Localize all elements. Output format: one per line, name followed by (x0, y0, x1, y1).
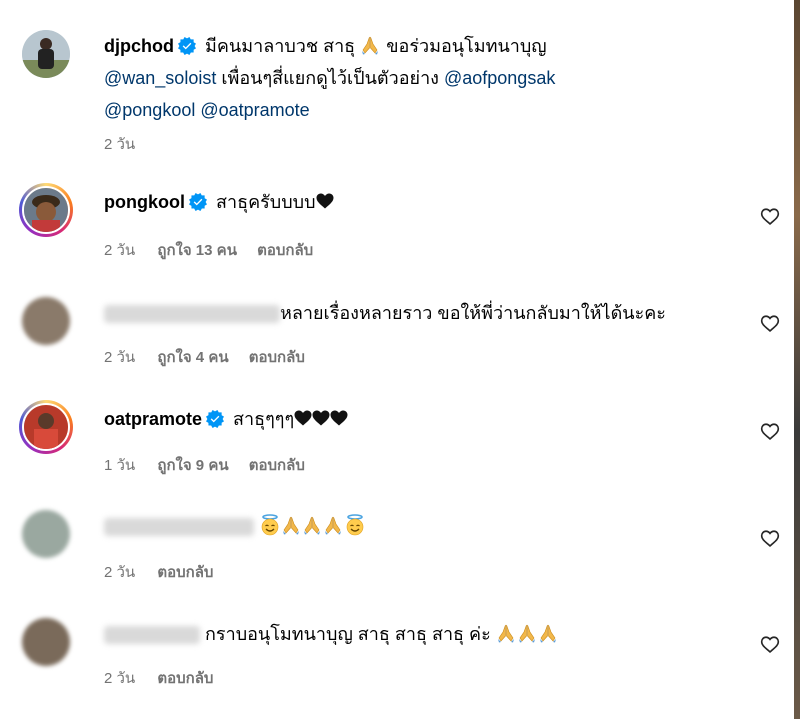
comment-username[interactable] (104, 518, 254, 537)
black-heart-emoji (330, 410, 348, 426)
mention-link[interactable]: @wan_soloist (104, 68, 216, 88)
verified-badge-icon (178, 37, 196, 55)
black-heart-emoji (312, 410, 330, 426)
post-text-2: เพื่อนๆสี่แยกดูไว้เป็นตัวอย่าง (221, 68, 439, 88)
comment-username[interactable] (104, 626, 200, 645)
reply-button[interactable]: ตอบกลับ (249, 349, 305, 366)
folded-hands-emoji (360, 35, 380, 55)
comment-item: pongkool สาธุครับบบบ 2 วัน ถูกใจ 13 คน ต… (19, 183, 780, 266)
folded-hands-emoji (538, 623, 558, 643)
like-count[interactable]: ถูกใจ 13 คน (157, 242, 237, 259)
comment-item: หลายเรื่องหลายราว ขอให้พี่ว่านกลับมาให้ไ… (22, 297, 780, 377)
post-caption: djpchod มีคนมาลาบวช สาธุ ขอร่วมอนุโมทนาบ… (22, 30, 780, 160)
heart-outline-icon[interactable] (760, 528, 780, 548)
comment-text: สาธุครับบบบ (216, 192, 316, 212)
comment-time[interactable]: 2 วัน (104, 349, 135, 366)
heart-outline-icon[interactable] (760, 313, 780, 333)
comment-text: สาธุๆๆๆ (233, 409, 295, 429)
comment-username[interactable] (104, 305, 280, 324)
avatar[interactable] (22, 510, 70, 558)
mention-link[interactable]: @oatpramote (200, 100, 309, 120)
reply-button[interactable]: ตอบกลับ (249, 457, 305, 474)
comment-item: 2 วัน ตอบกลับ (22, 510, 780, 590)
verified-badge-icon (189, 193, 207, 211)
comment-item: กราบอนุโมทนาบุญ สาธุ สาธุ สาธุ ค่ะ 2 วัน… (22, 618, 780, 698)
comment-item: oatpramote สาธุๆๆๆ 1 วัน ถูกใจ 9 คน ตอบก… (19, 400, 780, 483)
verified-badge-icon (206, 410, 224, 428)
comment-username[interactable]: oatpramote (104, 409, 202, 429)
black-heart-emoji (294, 410, 312, 426)
comment-time[interactable]: 2 วัน (104, 670, 135, 687)
folded-hands-emoji (281, 515, 301, 535)
comment-time[interactable]: 2 วัน (104, 564, 135, 581)
heart-outline-icon[interactable] (760, 634, 780, 654)
avatar[interactable] (22, 30, 70, 78)
post-text-1b: ขอร่วมอนุโมทนาบุญ (386, 36, 547, 56)
heart-outline-icon[interactable] (760, 206, 780, 226)
comment-text: หลายเรื่องหลายราว ขอให้พี่ว่านกลับมาให้ไ… (280, 303, 666, 323)
avatar[interactable] (19, 400, 73, 454)
post-text-1: มีคนมาลาบวช สาธุ (205, 36, 356, 56)
like-count[interactable]: ถูกใจ 4 คน (157, 349, 228, 366)
mention-link[interactable]: @pongkool (104, 100, 195, 120)
avatar[interactable] (19, 183, 73, 237)
comment-time[interactable]: 2 วัน (104, 242, 135, 259)
heart-outline-icon[interactable] (760, 421, 780, 441)
comment-time[interactable]: 1 วัน (104, 457, 135, 474)
window-edge (794, 0, 800, 719)
mention-link[interactable]: @aofpongsak (444, 68, 555, 88)
folded-hands-emoji (517, 623, 537, 643)
comment-text: กราบอนุโมทนาบุญ สาธุ สาธุ สาธุ ค่ะ (205, 624, 491, 644)
comment-username[interactable]: pongkool (104, 192, 185, 212)
folded-hands-emoji (302, 515, 322, 535)
smiling-face-with-halo-emoji (344, 514, 366, 536)
post-username[interactable]: djpchod (104, 36, 174, 56)
folded-hands-emoji (323, 515, 343, 535)
post-time[interactable]: 2 วัน (104, 136, 135, 153)
like-count[interactable]: ถูกใจ 9 คน (157, 457, 228, 474)
reply-button[interactable]: ตอบกลับ (157, 670, 213, 687)
black-heart-emoji (316, 193, 334, 209)
folded-hands-emoji (496, 623, 516, 643)
smiling-face-with-halo-emoji (259, 514, 281, 536)
avatar[interactable] (22, 618, 70, 666)
reply-button[interactable]: ตอบกลับ (157, 564, 213, 581)
avatar[interactable] (22, 297, 70, 345)
reply-button[interactable]: ตอบกลับ (257, 242, 313, 259)
